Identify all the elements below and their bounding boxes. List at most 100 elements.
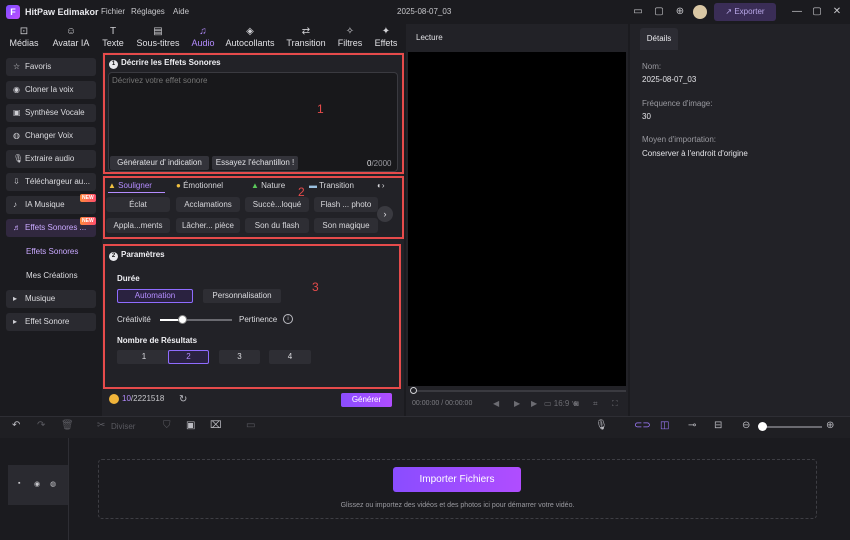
effects-icon: ✦ (381, 26, 391, 37)
sidebar-item-effet-sonore[interactable]: ▸ Effet Sonore (6, 313, 96, 331)
marker-icon[interactable]: ▭ (246, 420, 255, 431)
menu-file[interactable]: Fichier (101, 7, 125, 16)
menu-help[interactable]: Aide (173, 7, 189, 16)
shield-icon[interactable]: ⛉ (163, 420, 171, 431)
results-option-3[interactable]: 3 (219, 350, 260, 364)
fullscreen-icon[interactable]: ⛶ (612, 399, 618, 409)
coin-icon (109, 394, 119, 404)
chevron-right-icon[interactable]: › (377, 206, 393, 222)
screen-icon: ▭ (544, 399, 554, 408)
category-tab-nature[interactable]: ▲ Nature (251, 181, 285, 190)
generate-button[interactable]: Générer (341, 393, 392, 407)
close-icon[interactable]: ✕ (830, 5, 844, 19)
tts-icon: ▣ (13, 108, 21, 117)
eye-icon[interactable]: ◉ (34, 480, 40, 488)
chip-son-du-flash[interactable]: Son du flash (245, 218, 309, 233)
tab-medias[interactable]: ⊡ Médias (6, 25, 42, 51)
chip-son-magique[interactable]: Son magique (314, 218, 378, 233)
sidebar-sub-mes-creations[interactable]: Mes Créations (26, 271, 78, 280)
info-icon[interactable]: i (283, 314, 293, 324)
results-option-2[interactable]: 2 (168, 350, 209, 364)
screen-icon[interactable]: ▭ (631, 5, 645, 19)
split-icon[interactable]: ✂ (97, 420, 105, 431)
preview-progress-track[interactable] (412, 390, 626, 392)
cut-tool-icon[interactable]: ⌧ (210, 420, 222, 431)
prompt-generator-button[interactable]: Générateur d' indication (110, 156, 209, 170)
export-button[interactable]: ↗ Exporter (714, 3, 776, 21)
refresh-icon[interactable]: ↻ (179, 394, 187, 405)
sidebar-item-cloner-voix[interactable]: ◉ Cloner la voix (6, 81, 96, 99)
chain-icon[interactable]: ⊸ (688, 420, 696, 431)
save-icon[interactable]: ▪ (18, 480, 20, 487)
download-icon[interactable]: ⊕ (673, 5, 687, 19)
duration-option-personnalisation[interactable]: Personnalisation (203, 289, 281, 303)
preview-video (408, 52, 626, 386)
tab-autocollants[interactable]: ◈ Autocollants (224, 25, 276, 51)
zoom-slider-track[interactable] (762, 426, 822, 428)
link-clips-icon[interactable]: ⊂⊃ (634, 420, 651, 431)
minimize-icon[interactable]: — (790, 5, 804, 19)
sidebar-sub-effets-sonores[interactable]: Effets Sonores (26, 247, 78, 256)
credits-counter: 10/2221518 (109, 394, 164, 404)
lock-icon[interactable]: ◍ (50, 480, 56, 488)
category-tab-souligner[interactable]: ▲ Souligner (108, 181, 152, 190)
tree-icon: ▲ (251, 181, 262, 190)
maximize-icon[interactable]: ▢ (810, 5, 824, 19)
import-files-button[interactable]: Importer Fichiers (393, 467, 521, 492)
crop-icon[interactable]: ⌗ (593, 399, 598, 409)
message-icon[interactable]: ▢ (652, 5, 666, 19)
split-label[interactable]: Diviser (111, 422, 135, 431)
avatar-icon[interactable] (693, 5, 707, 19)
category-more-icon[interactable]: ◐› (377, 181, 385, 190)
tab-texte[interactable]: T Texte (100, 25, 126, 51)
category-tab-transition[interactable]: ▬ Transition (309, 181, 354, 190)
prev-frame-icon[interactable]: ◀ (493, 399, 499, 408)
chip-succes-bloque[interactable]: Succè...loqué (245, 197, 309, 212)
play-icon[interactable]: ▶ (514, 399, 520, 408)
sidebar-item-favoris[interactable]: ☆ Favoris (6, 58, 96, 76)
chip-eclat[interactable]: Éclat (106, 197, 170, 212)
sidebar-item-changer-voix[interactable]: ◍ Changer Voix (6, 127, 96, 145)
tab-sous-titres[interactable]: ▤ Sous-titres (134, 25, 182, 51)
delete-icon[interactable]: 🗑 (61, 420, 74, 431)
sidebar-item-extraire-audio[interactable]: 🎙 Extraire audio (6, 150, 96, 168)
sidebar-item-musique[interactable]: ▸ Musique (6, 290, 96, 308)
microphone-icon[interactable]: 🎙 (595, 420, 608, 431)
text-box-icon[interactable]: ▣ (186, 420, 195, 431)
category-tab-emotionnel[interactable]: ● Émotionnel (176, 181, 223, 190)
chip-flash-photo[interactable]: Flash ... photo (314, 197, 378, 212)
tab-avatar-ia[interactable]: ☺ Avatar IA (50, 25, 92, 51)
zoom-in-icon[interactable]: ⊕ (826, 420, 834, 431)
sound-description-input[interactable] (112, 76, 392, 85)
tab-transition[interactable]: ⇄ Transition (286, 25, 326, 51)
describe-section-title: 1 Décrire les Effets Sonores (109, 58, 221, 69)
chip-lacher-piece[interactable]: Lâcher... pièce (176, 218, 240, 233)
chip-applaudissements[interactable]: Appla...ments (106, 218, 170, 233)
results-option-1[interactable]: 1 (117, 350, 171, 364)
preview-progress-handle[interactable] (410, 387, 417, 394)
fit-icon[interactable]: ⊟ (714, 420, 722, 431)
zoom-out-icon[interactable]: ⊖ (742, 420, 750, 431)
results-option-4[interactable]: 4 (269, 350, 311, 364)
duration-option-automation[interactable]: Automation (117, 289, 193, 303)
annotation-label-3: 3 (312, 280, 319, 294)
sidebar-item-telechargeur[interactable]: ⇩ Téléchargeur au... (6, 173, 96, 191)
sidebar-item-synthese-vocale[interactable]: ▣ Synthèse Vocale (6, 104, 96, 122)
tab-details[interactable]: Détails (640, 28, 678, 50)
menu-settings[interactable]: Réglages (131, 7, 165, 16)
aspect-ratio-select[interactable]: ▭ 16:9 ˅ (544, 399, 576, 408)
redo-icon[interactable]: ↷ (37, 420, 45, 431)
snap-icon[interactable]: ◫ (660, 420, 669, 431)
try-sample-button[interactable]: Essayez l'échantillon ! (212, 156, 298, 170)
snapshot-icon[interactable]: ◙ (574, 399, 579, 408)
active-tab-underline (108, 192, 165, 193)
undo-icon[interactable]: ↶ (12, 420, 20, 431)
creativity-slider-thumb[interactable] (178, 315, 187, 324)
next-frame-icon[interactable]: ▶ (531, 399, 537, 408)
new-badge: NEW (80, 217, 96, 225)
zoom-slider-thumb[interactable] (758, 422, 767, 431)
tab-effets[interactable]: ✦ Effets (372, 25, 400, 51)
tab-audio[interactable]: ♫ Audio (190, 25, 216, 51)
tab-filtres[interactable]: ✧ Filtres (336, 25, 364, 51)
chip-acclamations[interactable]: Acclamations (176, 197, 240, 212)
